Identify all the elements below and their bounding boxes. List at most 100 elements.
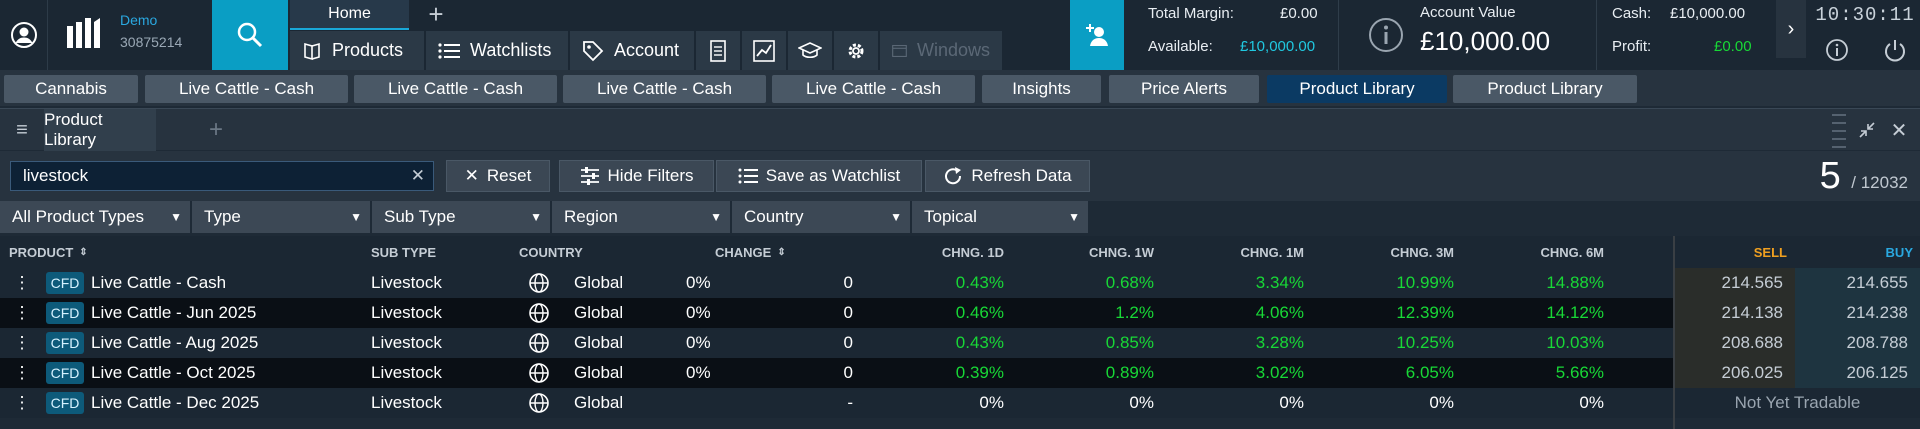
product-search-input[interactable]: livestock ✕ — [10, 161, 434, 191]
table-row[interactable]: ⋮ CFD Live Cattle - Cash Livestock Globa… — [0, 268, 1920, 298]
row-menu-icon[interactable]: ⋮ — [10, 358, 34, 388]
products-label: Products — [332, 40, 404, 60]
info-icon — [1826, 39, 1848, 61]
education-button[interactable] — [788, 31, 834, 70]
col-chng-1d[interactable]: CHNG. 1D — [864, 236, 1004, 268]
row-menu-icon[interactable]: ⋮ — [10, 268, 34, 298]
info-icon — [1369, 18, 1403, 52]
workspace-tab[interactable]: Live Cattle - Cash — [563, 75, 766, 103]
col-change[interactable]: CHANGE ⇕ — [715, 236, 786, 268]
sell-price[interactable]: 214.138 — [1675, 298, 1795, 328]
total-margin-value: £0.00 — [1280, 5, 1318, 22]
cfd-badge: CFD — [46, 332, 84, 354]
close-icon: ✕ — [464, 166, 479, 185]
workspace-tab[interactable]: Cannabis — [4, 75, 138, 103]
filter-country[interactable]: Country ▼ — [732, 201, 912, 233]
sell-price[interactable]: 208.688 — [1675, 328, 1795, 358]
col-chng-1m[interactable]: CHNG. 1M — [1164, 236, 1304, 268]
globe-icon — [528, 328, 550, 358]
add-account-button[interactable] — [1070, 0, 1124, 70]
watchlists-button[interactable]: Watchlists — [426, 31, 570, 70]
filter-product-types[interactable]: All Product Types ▼ — [0, 201, 192, 233]
save-watchlist-button[interactable]: Save as Watchlist — [716, 160, 922, 192]
table-row[interactable]: ⋮ CFD Live Cattle - Aug 2025 Livestock G… — [0, 328, 1920, 358]
buy-price[interactable]: 206.125 — [1795, 358, 1920, 388]
buy-price[interactable]: 214.655 — [1795, 268, 1920, 298]
row-menu-icon[interactable]: ⋮ — [10, 388, 34, 418]
clear-search-icon[interactable]: ✕ — [411, 166, 425, 186]
sell-price[interactable]: 214.565 — [1675, 268, 1795, 298]
globe-icon — [528, 388, 550, 418]
table-row[interactable]: ⋮ CFD Live Cattle - Oct 2025 Livestock G… — [0, 358, 1920, 388]
help-button[interactable] — [1816, 32, 1858, 68]
globe-icon — [528, 358, 550, 388]
row-menu-icon[interactable]: ⋮ — [10, 328, 34, 358]
change-value: 0 — [843, 363, 853, 382]
user-profile-button[interactable] — [0, 0, 48, 70]
workspace-tab[interactable]: Insights — [982, 75, 1101, 103]
change-percent: 0% — [686, 273, 711, 292]
products-button[interactable]: Products — [290, 31, 426, 70]
add-panel-tab-button[interactable]: + — [200, 109, 232, 151]
sell-price[interactable]: 206.025 — [1675, 358, 1795, 388]
sub-type: Livestock — [371, 393, 442, 412]
charts-button[interactable] — [742, 31, 788, 70]
drag-handle[interactable] — [1830, 109, 1848, 151]
col-chng-6m[interactable]: CHNG. 6M — [1464, 236, 1604, 268]
panel-menu-button[interactable]: ≡ — [6, 109, 38, 151]
cfd-badge: CFD — [46, 362, 84, 384]
tab-product-library[interactable]: Product Library — [44, 109, 156, 151]
workspace-tab[interactable]: Live Cattle - Cash — [354, 75, 557, 103]
hide-filters-button[interactable]: Hide Filters — [559, 160, 714, 192]
filter-topical[interactable]: Topical ▼ — [912, 201, 1090, 233]
chng-1m: 4.06% — [1255, 303, 1304, 322]
col-country[interactable]: COUNTRY — [519, 236, 583, 268]
add-tab-button[interactable]: + — [412, 0, 460, 29]
expand-panel-button[interactable]: › — [1776, 0, 1806, 58]
minimize-panel-button[interactable] — [1855, 109, 1879, 151]
product-name[interactable]: Live Cattle - Oct 2025 — [91, 358, 255, 388]
window-icon — [892, 44, 907, 57]
result-count: 5 / 12032 — [1820, 155, 1908, 198]
product-name[interactable]: Live Cattle - Cash — [91, 268, 226, 298]
buy-price[interactable]: 214.238 — [1795, 298, 1920, 328]
settings-button[interactable] — [834, 31, 880, 70]
search-button[interactable] — [212, 0, 288, 70]
buy-price[interactable]: 208.788 — [1795, 328, 1920, 358]
workspace-tab[interactable]: Live Cattle - Cash — [772, 75, 975, 103]
col-product[interactable]: PRODUCT ⇕ — [9, 236, 88, 268]
col-chng-3m[interactable]: CHNG. 3M — [1314, 236, 1454, 268]
grip-icon — [1832, 114, 1846, 148]
reset-button[interactable]: ✕ Reset — [446, 160, 550, 192]
table-row[interactable]: ⋮ CFD Live Cattle - Jun 2025 Livestock G… — [0, 298, 1920, 328]
chng-6m: 10.03% — [1546, 333, 1604, 352]
account-info-button[interactable] — [1368, 17, 1404, 53]
product-name[interactable]: Live Cattle - Jun 2025 — [91, 298, 256, 328]
product-name[interactable]: Live Cattle - Dec 2025 — [91, 388, 259, 418]
caret-down-icon: ▼ — [710, 210, 722, 224]
workspace-tab[interactable]: Product Library — [1453, 75, 1637, 103]
col-sub-type[interactable]: SUB TYPE — [371, 236, 436, 268]
list-icon — [438, 42, 460, 59]
table-row[interactable]: ⋮ CFD Live Cattle - Dec 2025 Livestock G… — [0, 388, 1920, 418]
workspace-tab[interactable]: Live Cattle - Cash — [145, 75, 348, 103]
account-button[interactable]: Account — [570, 31, 696, 70]
filter-region[interactable]: Region ▼ — [552, 201, 732, 233]
workspace-tab[interactable]: Price Alerts — [1109, 75, 1259, 103]
row-menu-icon[interactable]: ⋮ — [10, 298, 34, 328]
tag-icon — [583, 40, 604, 61]
col-chng-1w[interactable]: CHNG. 1W — [1014, 236, 1154, 268]
chng-1d: 0.43% — [955, 273, 1004, 292]
logout-button[interactable] — [1874, 32, 1916, 68]
workspace-tab-active[interactable]: Product Library — [1267, 75, 1447, 103]
reports-button[interactable] — [696, 31, 742, 70]
product-name[interactable]: Live Cattle - Aug 2025 — [91, 328, 258, 358]
windows-button[interactable]: Windows — [880, 31, 1004, 70]
filter-type[interactable]: Type ▼ — [192, 201, 372, 233]
filter-sub-type[interactable]: Sub Type ▼ — [372, 201, 552, 233]
chng-1w: 1.2% — [1115, 303, 1154, 322]
close-panel-button[interactable]: ✕ — [1886, 109, 1912, 151]
account-label: Account — [614, 40, 680, 60]
tab-home[interactable]: Home — [290, 0, 409, 30]
refresh-data-button[interactable]: Refresh Data — [925, 160, 1090, 192]
